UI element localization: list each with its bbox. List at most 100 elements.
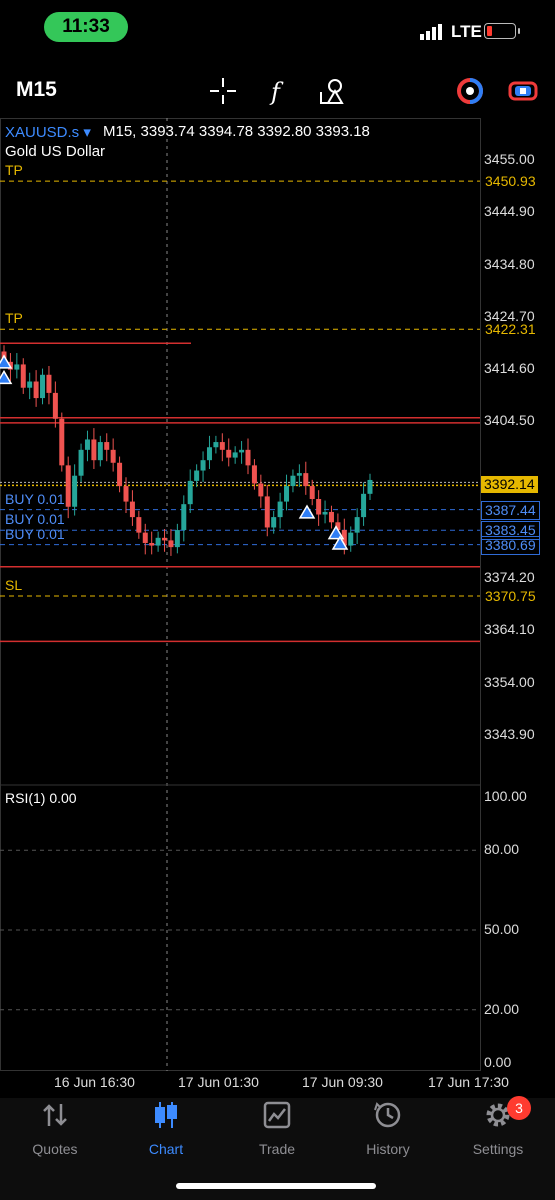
symbol-name[interactable]: XAUUSD.s ▾ bbox=[5, 123, 91, 141]
nav-history[interactable]: History bbox=[338, 1100, 438, 1157]
candle-body bbox=[65, 465, 71, 507]
candle-body bbox=[354, 517, 360, 533]
home-indicator[interactable] bbox=[176, 1183, 376, 1189]
candle-body bbox=[123, 486, 129, 502]
price-axis-label: 3424.70 bbox=[484, 307, 535, 324]
candle-body bbox=[219, 442, 225, 450]
timeframe-selector[interactable]: M15 bbox=[16, 78, 57, 102]
level-label: TP bbox=[5, 310, 23, 327]
candle-body bbox=[264, 496, 270, 528]
battery-icon bbox=[484, 23, 520, 39]
candle-body bbox=[91, 439, 97, 461]
rsi-axis-label: 50.00 bbox=[484, 921, 520, 937]
candle-body bbox=[206, 447, 212, 461]
candle-body bbox=[59, 418, 65, 466]
price-axis-label: 3455.00 bbox=[484, 151, 535, 167]
candle-body bbox=[251, 465, 257, 484]
candle-body bbox=[40, 374, 46, 399]
nav-label: History bbox=[366, 1141, 410, 1157]
nav-label: Quotes bbox=[32, 1141, 78, 1157]
candle-body bbox=[213, 442, 219, 448]
symbol-text: XAUUSD.s bbox=[5, 124, 80, 141]
candle-body bbox=[52, 392, 58, 419]
level-price-tag: 3450.93 bbox=[485, 173, 536, 190]
toggle-right-icon[interactable] bbox=[505, 74, 541, 108]
level-price-tag: 3370.75 bbox=[485, 588, 536, 605]
candle-body bbox=[97, 442, 103, 461]
level-price-tag: 3380.69 bbox=[481, 535, 540, 555]
candle-body bbox=[290, 475, 296, 487]
candle-body bbox=[309, 486, 315, 499]
trade-chart-icon bbox=[263, 1101, 291, 1129]
level-label: TP bbox=[5, 162, 23, 179]
function-icon[interactable]: f bbox=[260, 74, 296, 108]
ohlc-quote: M15, 3393.74 3394.78 3392.80 3393.18 bbox=[103, 123, 370, 140]
price-axis-label: 3374.20 bbox=[484, 569, 535, 586]
candle-body bbox=[142, 532, 148, 543]
time-axis-label: 17 Jun 01:30 bbox=[178, 1074, 259, 1090]
nav-settings[interactable]: Settings bbox=[448, 1100, 548, 1157]
quotes-arrows-icon bbox=[43, 1104, 67, 1126]
nav-label: Chart bbox=[148, 1141, 184, 1157]
candle-body bbox=[84, 439, 90, 450]
candle-body bbox=[194, 470, 200, 481]
candle-body bbox=[348, 532, 354, 546]
rsi-axis-label: 80.00 bbox=[484, 841, 520, 858]
candle-body bbox=[136, 517, 142, 533]
price-axis-label: 3343.90 bbox=[484, 726, 535, 742]
candle-body bbox=[155, 537, 161, 546]
price-axis-label: 3434.80 bbox=[484, 255, 535, 272]
network-type: LTE bbox=[451, 22, 482, 41]
candle-body bbox=[239, 449, 245, 453]
rsi-label: RSI(1) 0.00 bbox=[5, 790, 77, 806]
toggle-left-icon[interactable] bbox=[452, 74, 488, 108]
status-time: 11:33 bbox=[44, 12, 128, 42]
candle-body bbox=[284, 486, 290, 502]
svg-text:f: f bbox=[269, 78, 284, 106]
history-clock-icon bbox=[374, 1102, 401, 1128]
candle-body bbox=[174, 530, 180, 548]
time-axis-label: 17 Jun 09:30 bbox=[302, 1074, 383, 1090]
nav-label: Settings bbox=[472, 1141, 524, 1157]
candle-body bbox=[20, 364, 26, 388]
candle-body bbox=[226, 449, 232, 458]
candle-body bbox=[232, 452, 238, 458]
crosshair-icon[interactable] bbox=[205, 74, 241, 108]
level-label: BUY 0.01 bbox=[5, 525, 65, 542]
chart-candles-icon bbox=[155, 1102, 177, 1128]
buy-arrow-marker bbox=[298, 504, 316, 519]
price-axis-label: 3444.90 bbox=[484, 203, 535, 220]
price-chart[interactable] bbox=[0, 118, 555, 1071]
candle-body bbox=[271, 517, 277, 528]
nav-quotes[interactable]: Quotes bbox=[5, 1100, 105, 1157]
signal-icon bbox=[420, 24, 442, 40]
candle-body bbox=[367, 479, 373, 494]
nav-trade[interactable]: Trade bbox=[227, 1100, 327, 1157]
nav-chart[interactable]: Chart bbox=[116, 1100, 216, 1157]
buy-arrow-marker bbox=[0, 369, 13, 385]
level-label: SL bbox=[5, 577, 23, 594]
price-axis-label: 3404.50 bbox=[484, 412, 535, 429]
candle-body bbox=[46, 374, 52, 393]
candle-body bbox=[27, 381, 33, 388]
candle-body bbox=[117, 462, 123, 487]
rsi-axis-label: 0.00 bbox=[484, 1054, 512, 1070]
candle-body bbox=[149, 542, 155, 546]
candle-body bbox=[200, 460, 206, 471]
time-axis-label: 16 Jun 16:30 bbox=[54, 1074, 135, 1090]
shapes-icon[interactable] bbox=[313, 74, 349, 108]
candle-body bbox=[72, 475, 78, 507]
candle-body bbox=[104, 442, 110, 450]
candle-body bbox=[187, 480, 193, 505]
price-axis-label: 3414.60 bbox=[484, 360, 535, 377]
candle-body bbox=[129, 501, 135, 518]
candle-body bbox=[303, 473, 309, 487]
candle-body bbox=[110, 449, 116, 463]
candle-body bbox=[258, 483, 264, 497]
rsi-axis-label: 20.00 bbox=[484, 1000, 520, 1017]
rsi-axis-label: 100.00 bbox=[484, 788, 527, 804]
candle-body bbox=[245, 449, 251, 466]
candle-body bbox=[168, 540, 174, 548]
current-price-tag: 3392.14 bbox=[481, 476, 538, 494]
candle-body bbox=[322, 511, 328, 515]
